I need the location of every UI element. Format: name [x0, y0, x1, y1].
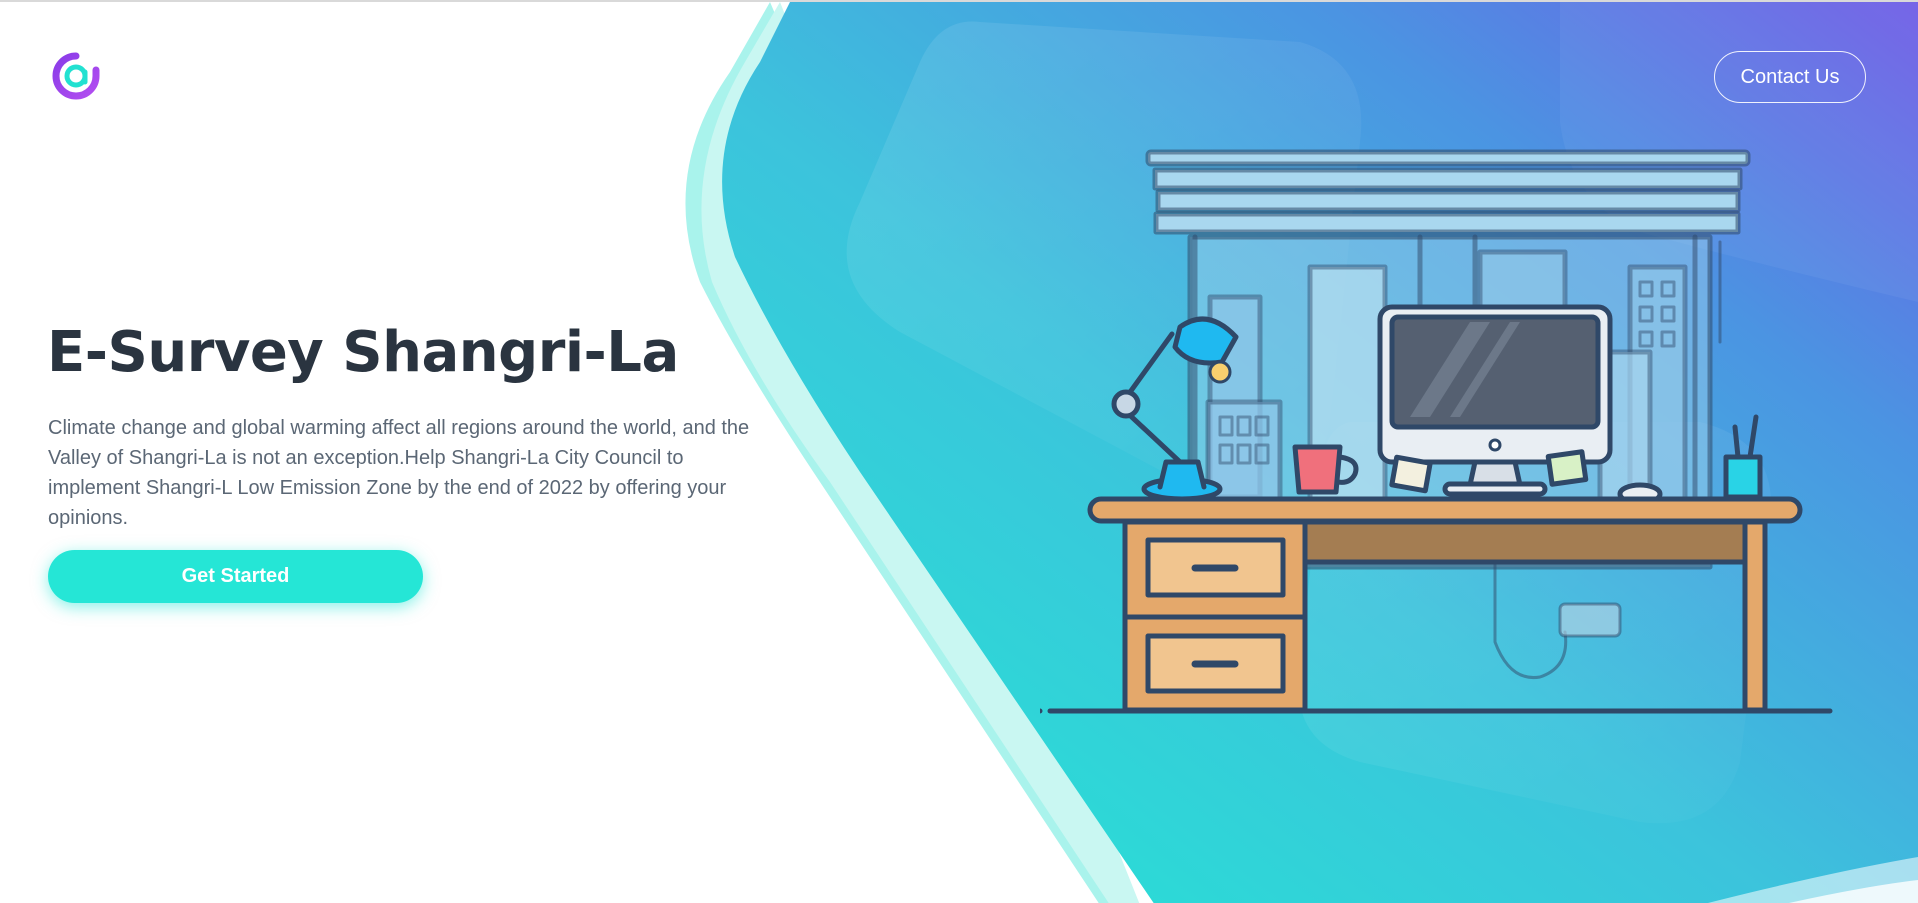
landing-page: Contact Us E-Survey Shangri-La Climate c…	[0, 0, 1918, 903]
hero-description: Climate change and global warming affect…	[48, 417, 750, 529]
desk-workspace-illustration	[1040, 149, 1833, 714]
at-sign-logo-icon[interactable]	[52, 52, 100, 100]
get-started-button[interactable]: Get Started	[48, 550, 423, 603]
page-title: E-Survey Shangri-La	[47, 320, 679, 385]
contact-us-button[interactable]: Contact Us	[1714, 51, 1866, 103]
